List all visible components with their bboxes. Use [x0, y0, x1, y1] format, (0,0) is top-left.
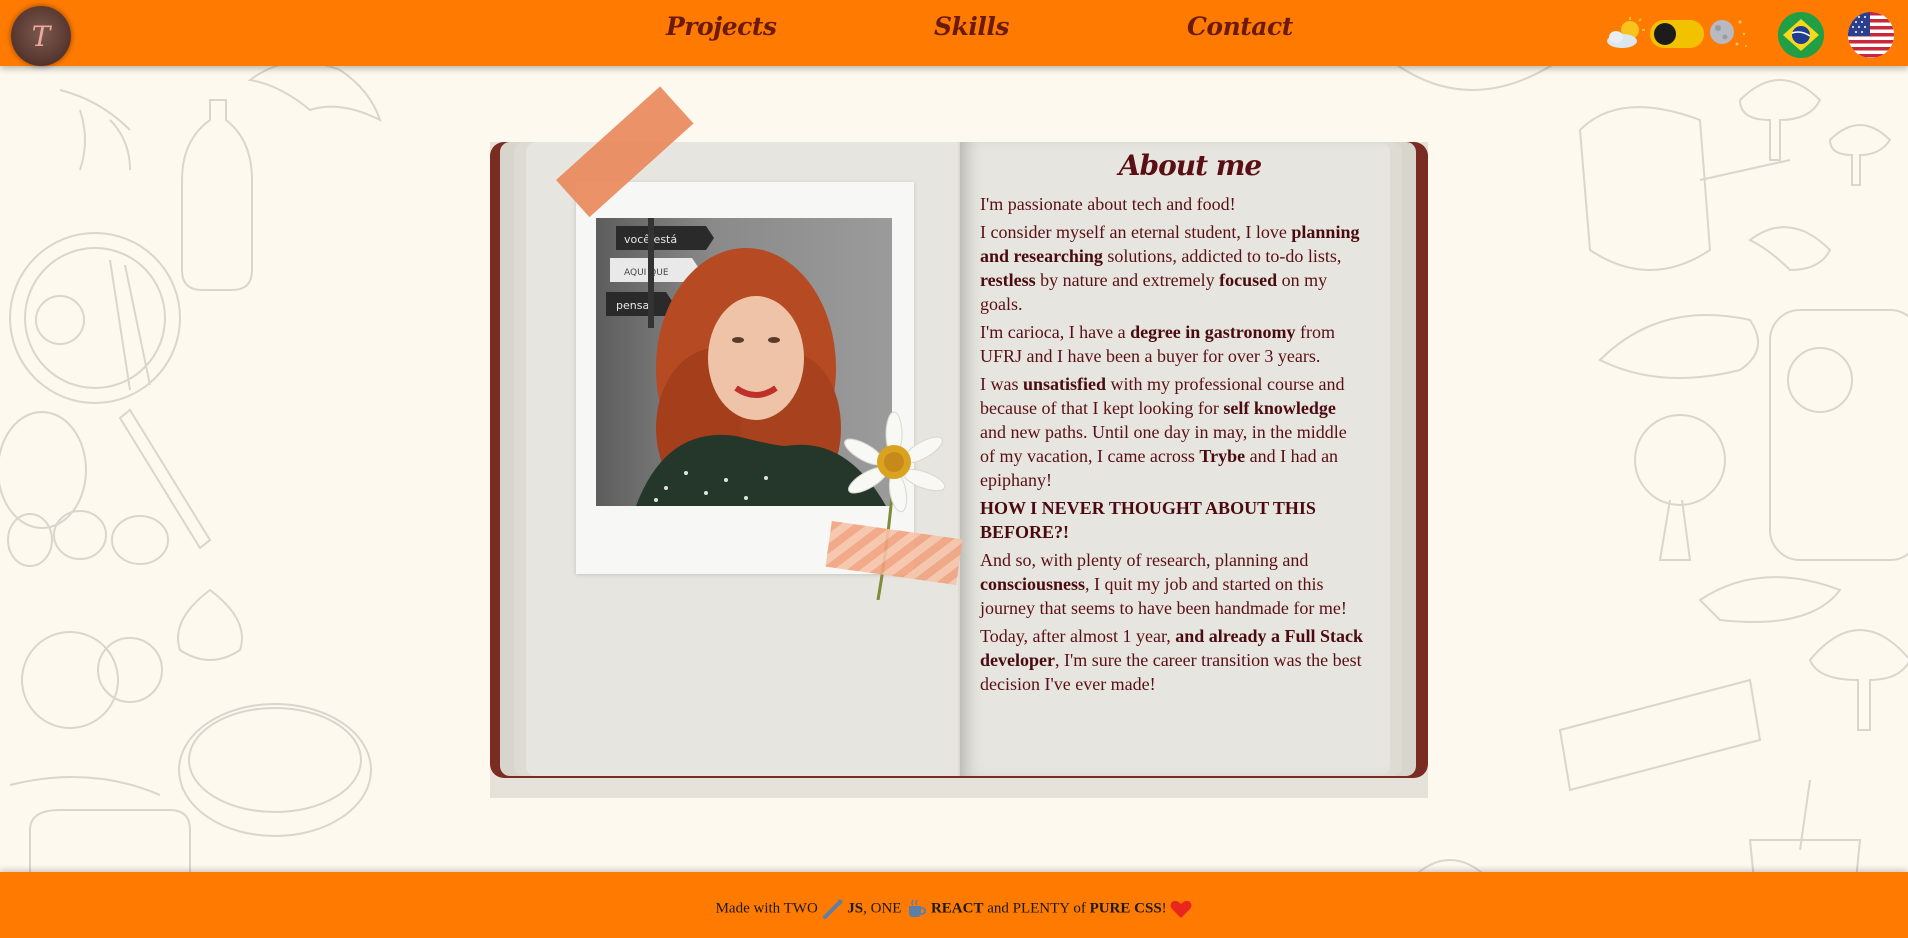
- footer-css: PURE CSS: [1089, 900, 1162, 917]
- footer-js: JS: [847, 900, 864, 917]
- top-header: T Projects Skills Contact: [0, 0, 1908, 66]
- about-paragraph: I'm carioca, I have a degree in gastrono…: [980, 322, 1335, 366]
- footer-text: Made with TWO: [715, 900, 822, 917]
- theme-switcher[interactable]: [1604, 12, 1750, 52]
- sign-text: AQUI QUE: [624, 268, 669, 278]
- nav-link-contact[interactable]: Contact: [1187, 12, 1293, 41]
- footer-text: and PLENTY of: [983, 900, 1090, 917]
- footer: Made with TWO JS, ONE REACT and PLENTY o…: [0, 872, 1908, 938]
- usa-flag-icon[interactable]: [1848, 12, 1894, 58]
- footer-text: , ONE: [863, 900, 906, 917]
- about-paragraph: HOW I NEVER THOUGHT ABOUT THIS BEFORE?!: [980, 498, 1316, 542]
- sign-text: pensa: [616, 299, 649, 312]
- sun-cloud-icon: [1607, 17, 1645, 48]
- toggle-knob: [1654, 23, 1676, 45]
- rolling-pin-icon: [822, 899, 843, 919]
- brazil-flag-icon[interactable]: [1778, 12, 1824, 58]
- dark-mode-toggle[interactable]: [1650, 20, 1704, 48]
- about-paragraph: And so, with plenty of research, plannin…: [980, 550, 1347, 618]
- footer-credits: Made with TWO JS, ONE REACT and PLENTY o…: [0, 898, 1908, 920]
- about-paragraph: Today, after almost 1 year, and already …: [980, 626, 1363, 694]
- about-content: About me I'm passionate about tech and f…: [980, 144, 1366, 700]
- footer-text: !: [1161, 900, 1171, 917]
- about-paragraph: I'm passionate about tech and food!: [980, 194, 1236, 214]
- moon-stars-icon: [1710, 20, 1747, 47]
- nav-link-skills[interactable]: Skills: [934, 12, 1009, 41]
- footer-react: REACT: [930, 900, 984, 917]
- about-title: About me: [1118, 149, 1262, 182]
- heart-icon: [1170, 900, 1192, 918]
- cup-icon: [909, 899, 927, 917]
- about-paragraph: I was unsatisfied with my professional c…: [980, 374, 1347, 490]
- about-paragraph: I consider myself an eternal student, I …: [980, 222, 1360, 314]
- nav-link-projects[interactable]: Projects: [666, 12, 777, 41]
